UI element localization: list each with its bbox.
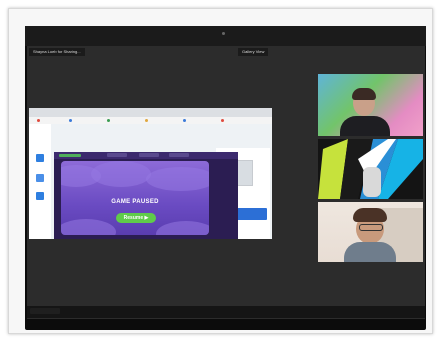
participant-shirt xyxy=(340,116,390,136)
screen-share-label[interactable]: Shayna Loeb for Sharing... xyxy=(29,48,85,56)
participant-hair xyxy=(353,208,387,222)
shared-screen: GAME PAUSED Resume ▶ xyxy=(29,108,272,239)
bookmark-icon[interactable] xyxy=(145,119,148,122)
cloud-decoration xyxy=(91,161,151,187)
bookmark-icon[interactable] xyxy=(183,119,186,122)
participant-hair xyxy=(352,88,376,100)
cloud-decoration xyxy=(146,167,209,191)
monitor-bezel xyxy=(25,26,426,46)
browser-toolbar xyxy=(29,108,272,117)
pause-dialog: GAME PAUSED Resume ▶ xyxy=(61,161,209,235)
cloud-decoration xyxy=(61,219,116,235)
participant-video[interactable] xyxy=(318,139,423,199)
pause-title: GAME PAUSED xyxy=(111,199,159,205)
cloud-decoration xyxy=(156,221,209,235)
bookmark-icon[interactable] xyxy=(37,119,40,122)
bookmark-icon[interactable] xyxy=(107,119,110,122)
participant-video[interactable] xyxy=(318,74,423,136)
bookmark-icon[interactable] xyxy=(69,119,72,122)
bookmark-icon[interactable] xyxy=(221,119,224,122)
browser-bookmarks-bar xyxy=(29,117,272,124)
view-toggle-button[interactable]: Gallery View xyxy=(238,48,269,56)
taskbar xyxy=(27,306,425,318)
resume-button[interactable]: Resume ▶ xyxy=(116,213,156,223)
glasses-icon xyxy=(359,224,383,231)
webcam-icon xyxy=(222,32,225,35)
taskbar-app-icon[interactable] xyxy=(30,308,60,314)
hud-progress xyxy=(59,154,81,157)
hud-stat xyxy=(169,153,189,157)
participant-avatar xyxy=(318,139,423,199)
participant-video[interactable] xyxy=(318,202,423,262)
participant-shirt xyxy=(344,242,396,262)
camera-icon[interactable] xyxy=(36,154,44,162)
play-icon[interactable] xyxy=(36,192,44,200)
shield-icon[interactable] xyxy=(36,174,44,182)
hud-stat xyxy=(139,153,159,157)
hud-stat xyxy=(107,153,127,157)
